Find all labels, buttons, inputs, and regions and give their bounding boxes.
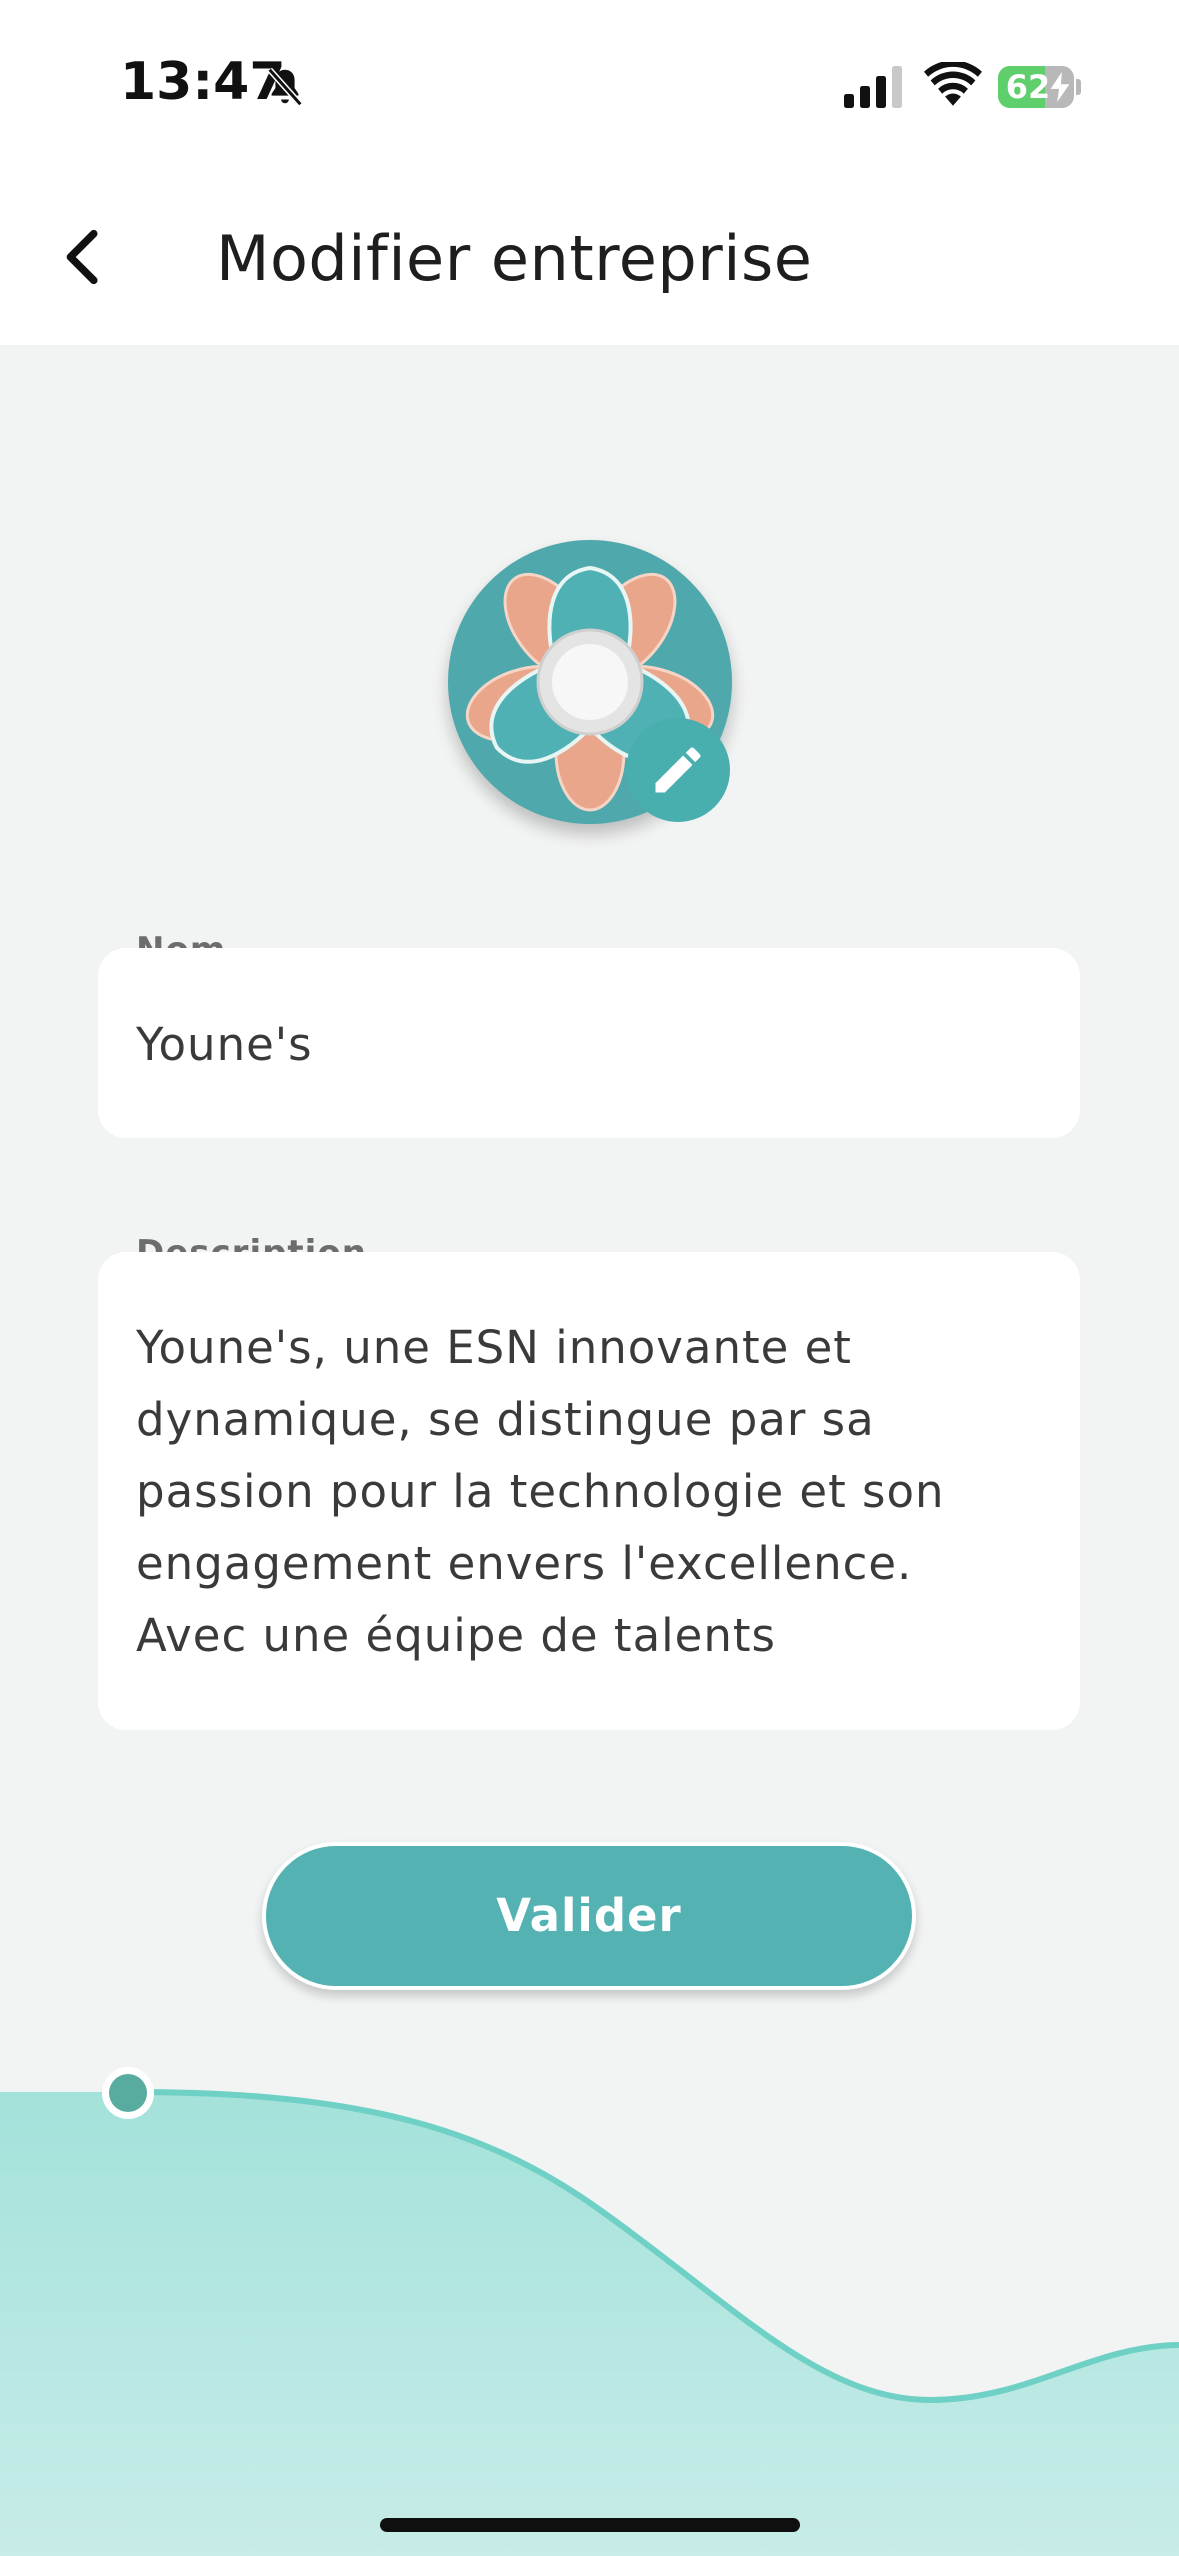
cellular-signal-icon <box>844 66 902 108</box>
company-avatar-container <box>448 540 732 824</box>
status-time: 13:47 <box>120 52 286 112</box>
submit-button[interactable]: Valider <box>262 1842 916 1990</box>
home-indicator <box>380 2518 800 2532</box>
charging-bolt-icon <box>1050 72 1070 102</box>
name-field-card[interactable] <box>98 948 1080 1138</box>
chevron-left-icon <box>66 229 98 285</box>
back-button[interactable] <box>50 222 120 292</box>
battery-nub <box>1076 79 1081 95</box>
wifi-icon <box>924 62 982 106</box>
battery-indicator: 62 <box>998 66 1074 108</box>
status-bar: 13:47 62 <box>0 0 1179 170</box>
bell-slash-icon <box>267 67 303 107</box>
app-header: Modifier entreprise <box>0 170 1179 345</box>
name-input[interactable] <box>136 1012 1036 1076</box>
edit-avatar-button[interactable] <box>626 718 730 822</box>
pencil-icon <box>655 747 701 793</box>
battery-level-text: 62 <box>1005 68 1051 106</box>
decorative-wave <box>0 2067 1179 2556</box>
description-input[interactable]: Youne's, une ESN innovante et dynamique,… <box>136 1312 1016 1672</box>
page-title: Modifier entreprise <box>216 222 813 295</box>
